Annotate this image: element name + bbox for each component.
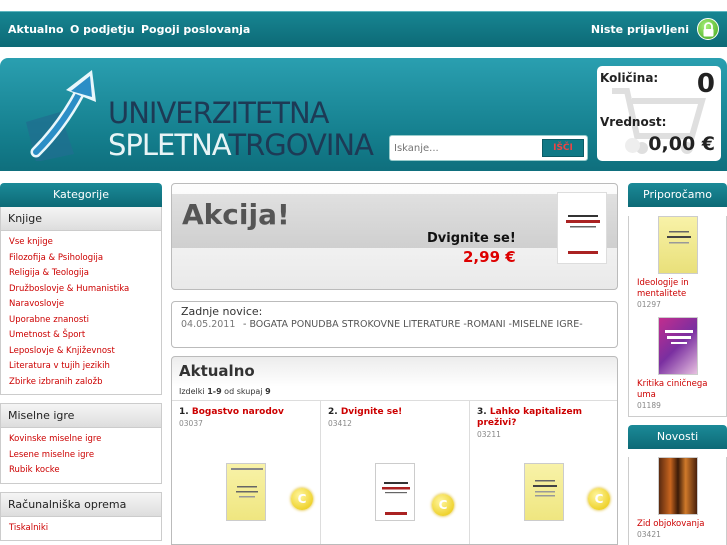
- right-sidebar: Priporočamo Ideologije in mentalitete 01…: [628, 183, 727, 545]
- cart-circle-icon: [625, 138, 640, 153]
- promo-book-cover[interactable]: [557, 192, 607, 264]
- product-card[interactable]: 1. Bogastvo narodov 03037 C: [172, 401, 321, 544]
- sidebar-item[interactable]: Vse knjige: [9, 235, 161, 251]
- novosti-heading: Novosti: [628, 425, 727, 449]
- category-group-knjige: Knjige Vse knjige Filozofija & Psihologi…: [0, 207, 162, 395]
- sidebar-item[interactable]: Tiskalniki: [9, 521, 161, 537]
- cart-value-label: Vrednost:: [600, 115, 667, 129]
- cart-quantity-label: Količina:: [600, 71, 659, 85]
- sidebar-item[interactable]: Religija & Teologija: [9, 266, 161, 282]
- product-code: 03412: [328, 419, 352, 428]
- novosti-item-code: 03421: [637, 530, 661, 539]
- products-section: Aktualno Izdelki 1-9 od skupaj 9 1. Boga…: [171, 356, 618, 545]
- logo-text-line2: SPLETNATRGOVINA: [108, 128, 374, 162]
- product-name[interactable]: 3. Lahko kapitalizem preživi?: [477, 407, 612, 429]
- news-text[interactable]: - BOGATA PONUDBA STROKOVNE LITERATURE -R…: [243, 319, 603, 331]
- recommend-cover[interactable]: [657, 216, 698, 274]
- product-card[interactable]: 3. Lahko kapitalizem preživi? 03211 C: [470, 401, 617, 544]
- logo[interactable]: UNIVERZITETNA SPLETNATRGOVINA: [22, 66, 374, 162]
- sidebar-item[interactable]: Umetnost & Šport: [9, 328, 161, 344]
- nav-pogoji-poslovanja[interactable]: Pogoji poslovanja: [141, 23, 250, 36]
- promo-title: Akcija!: [182, 198, 290, 231]
- recommend-heading: Priporočamo: [628, 183, 727, 207]
- promo-banner[interactable]: Akcija! Dvignite se! 2,99 €: [171, 183, 618, 290]
- recommend-item-code: 01297: [637, 300, 661, 309]
- cart-value-amount: 0,00 €: [648, 133, 715, 155]
- sidebar-item[interactable]: Leposlovje & Književnost: [9, 344, 161, 360]
- logo-text-line1: UNIVERZITETNA: [108, 96, 329, 130]
- sidebar-item[interactable]: Rubik kocke: [9, 463, 161, 479]
- lock-icon[interactable]: [697, 18, 719, 40]
- category-group-title[interactable]: Knjige: [1, 207, 161, 231]
- news-title: Zadnje novice:: [181, 305, 263, 318]
- sidebar-item[interactable]: Filozofija & Psihologija: [9, 251, 161, 267]
- cheap-badge-icon: C: [588, 488, 610, 510]
- product-cover[interactable]: [524, 463, 564, 521]
- sidebar-item[interactable]: Kovinske miselne igre: [9, 432, 161, 448]
- category-sidebar: Kategorije Knjige Vse knjige Filozofija …: [0, 183, 162, 545]
- novosti-item-name[interactable]: Zid objokovanja: [629, 519, 726, 530]
- search-button[interactable]: IŠČI: [542, 139, 584, 157]
- nav-aktualno[interactable]: Aktualno: [8, 23, 64, 36]
- sidebar-item[interactable]: Zbirke izbranih založb: [9, 375, 161, 391]
- news-date: 04.05.2011: [181, 319, 236, 330]
- novosti-list: Zid objokovanja 03421: [628, 457, 727, 545]
- recommend-cover[interactable]: [657, 317, 698, 375]
- latest-news: Zadnje novice: 04.05.2011 - BOGATA PONUD…: [171, 301, 618, 348]
- sidebar-item[interactable]: Literatura v tujih jezikih: [9, 359, 161, 375]
- logo-arrow-icon: [26, 70, 96, 161]
- products-count: Izdelki 1-9 od skupaj 9: [179, 387, 271, 396]
- cheap-badge-icon: C: [432, 494, 454, 516]
- product-cover[interactable]: [375, 463, 415, 521]
- nav-o-podjetju[interactable]: O podjetju: [70, 23, 135, 36]
- category-group-miselne-igre: Miselne igre Kovinske miselne igre Lesen…: [0, 403, 162, 484]
- site-header: UNIVERZITETNA SPLETNATRGOVINA IŠČI Količ…: [0, 58, 727, 171]
- recommend-item-name[interactable]: Ideologije in mentalitete: [629, 278, 726, 300]
- novosti-cover[interactable]: [657, 457, 698, 515]
- sidebar-heading: Kategorije: [0, 183, 162, 207]
- recommend-item-name[interactable]: Kritika ciničnega uma: [629, 379, 726, 401]
- cart-summary[interactable]: Količina: 0 Vrednost: 0,00 €: [597, 66, 721, 161]
- sidebar-item[interactable]: Naravoslovje: [9, 297, 161, 313]
- category-group-racunalniska-oprema: Računalniška oprema Tiskalniki: [0, 491, 162, 541]
- search-input[interactable]: [394, 141, 539, 156]
- product-card[interactable]: 2. Dvignite se! 03412 C: [321, 401, 470, 544]
- recommend-list: Ideologije in mentalitete 01297 Kritika …: [628, 216, 727, 417]
- sidebar-item[interactable]: Uporabne znanosti: [9, 313, 161, 329]
- promo-book-title[interactable]: Dvignite se!: [427, 231, 516, 246]
- top-navigation-bar: Aktualno O podjetju Pogoji poslovanja Ni…: [0, 11, 727, 47]
- category-group-title[interactable]: Miselne igre: [1, 404, 161, 428]
- product-cover[interactable]: [226, 463, 266, 521]
- sidebar-item[interactable]: Lesene miselne igre: [9, 448, 161, 464]
- category-group-title[interactable]: Računalniška oprema: [1, 492, 161, 517]
- cart-quantity-value: 0: [696, 69, 715, 99]
- recommend-item-code: 01189: [637, 401, 661, 410]
- search-box: IŠČI: [389, 135, 588, 161]
- cheap-badge-icon: C: [291, 488, 313, 510]
- products-title: Aktualno: [179, 362, 255, 380]
- product-name[interactable]: 2. Dvignite se!: [328, 407, 463, 418]
- product-code: 03211: [477, 430, 501, 439]
- login-status[interactable]: Niste prijavljeni: [591, 23, 689, 36]
- product-name[interactable]: 1. Bogastvo narodov: [179, 407, 314, 418]
- product-code: 03037: [179, 419, 203, 428]
- sidebar-item[interactable]: Družboslovje & Humanistika: [9, 282, 161, 298]
- promo-price: 2,99 €: [463, 248, 516, 266]
